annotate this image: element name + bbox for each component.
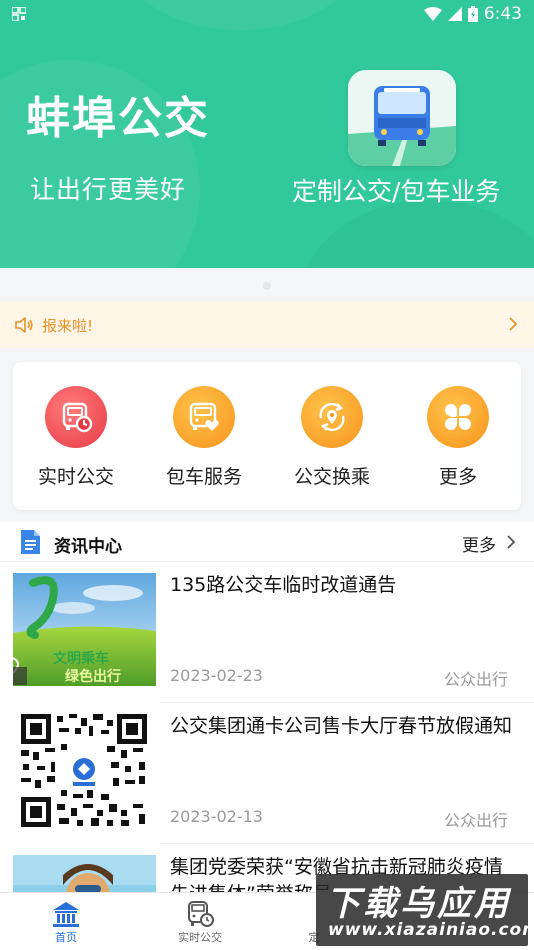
bus-clock-icon	[45, 386, 107, 448]
bottom-tab-bar: 首页 实时公交 定 下载乌应用 www.xiazainiao.com	[0, 874, 534, 950]
app-screen: 蚌埠公交 让出行更美好 定制公交/包车业务 6:43 报来啦! 实时公交 包车服…	[0, 0, 534, 950]
carousel-indicator	[263, 282, 271, 290]
news-list: 文明乘车 绿色出行 135路公交车临时改道通告 2023-02-23 公众出行	[0, 562, 534, 892]
tab-label: 首页	[55, 931, 77, 944]
bus-illustration-icon	[348, 70, 456, 166]
chevron-right-icon	[509, 317, 518, 331]
news-date: 2023-02-23	[170, 666, 263, 685]
news-source: 公众出行	[443, 670, 508, 689]
bus-tab-icon	[188, 901, 214, 927]
quick-action-label: 包车服务	[165, 466, 242, 488]
signal-icon	[447, 7, 462, 21]
grid-more-icon	[427, 386, 489, 448]
status-time: 6:43	[483, 4, 522, 24]
news-source: 公众出行	[443, 811, 508, 830]
thumb-caption-2: 绿色出行	[65, 668, 121, 685]
custom-bus-banner-text: 定制公交/包车业务	[292, 177, 501, 206]
news-section-header: 资讯中心 更多	[0, 522, 534, 562]
quick-action-transfer[interactable]: 公交换乘	[272, 386, 392, 489]
home-icon	[53, 902, 79, 927]
tab-label: 实时公交	[178, 931, 222, 944]
quick-action-label: 公交换乘	[293, 466, 370, 488]
news-title: 公交集团通卡公司售卡大厅春节放假通知	[170, 715, 513, 737]
news-item[interactable]: 文明乘车 绿色出行 135路公交车临时改道通告 2023-02-23 公众出行	[0, 562, 534, 703]
quick-action-label: 更多	[438, 466, 477, 488]
wifi-icon	[423, 7, 442, 21]
banner-decoration	[300, 200, 534, 268]
quick-action-label: 实时公交	[37, 466, 114, 488]
quick-action-more[interactable]: 更多	[398, 386, 518, 489]
quick-action-charter[interactable]: 包车服务	[144, 386, 264, 489]
hero-banner[interactable]: 蚌埠公交 让出行更美好 定制公交/包车业务	[0, 0, 534, 268]
quick-actions-card: 实时公交 包车服务 公交换乘 更多	[13, 362, 521, 510]
news-more-link[interactable]: 更多	[462, 531, 496, 556]
news-item[interactable]: 公交集团通卡公司售卡大厅春节放假通知 2023-02-13 公众出行	[0, 703, 534, 844]
tab-home[interactable]: 首页	[16, 899, 116, 945]
tab-realtime-bus[interactable]: 实时公交	[150, 899, 250, 945]
news-thumbnail: 文明乘车 绿色出行	[13, 573, 156, 686]
watermark-title: 下载乌应用	[326, 884, 511, 924]
notice-bar[interactable]: 报来啦!	[0, 302, 534, 348]
watermark-url: www.xiazainiao.com	[328, 920, 528, 940]
notice-text: 报来啦!	[42, 317, 94, 335]
banner-title: 蚌埠公交	[26, 93, 210, 144]
bus-heart-icon	[173, 386, 235, 448]
thumb-caption-1: 文明乘车	[53, 650, 109, 667]
news-thumbnail	[13, 855, 156, 892]
news-thumbnail-qr-code	[13, 714, 156, 827]
qr-status-icon	[12, 7, 26, 21]
battery-icon	[467, 6, 478, 22]
quick-action-realtime-bus[interactable]: 实时公交	[16, 386, 136, 489]
speaker-icon	[15, 317, 33, 333]
chevron-right-icon[interactable]	[506, 534, 516, 550]
news-section-title: 资讯中心	[54, 537, 122, 557]
status-bar: 6:43	[0, 0, 534, 28]
site-watermark-logo: 下载乌应用 www.xiazainiao.com	[316, 874, 528, 946]
news-date: 2023-02-13	[170, 807, 263, 826]
banner-subtitle: 让出行更美好	[30, 175, 187, 204]
document-icon	[21, 530, 40, 554]
transfer-location-icon	[301, 386, 363, 448]
news-title: 135路公交车临时改道通告	[170, 574, 397, 596]
